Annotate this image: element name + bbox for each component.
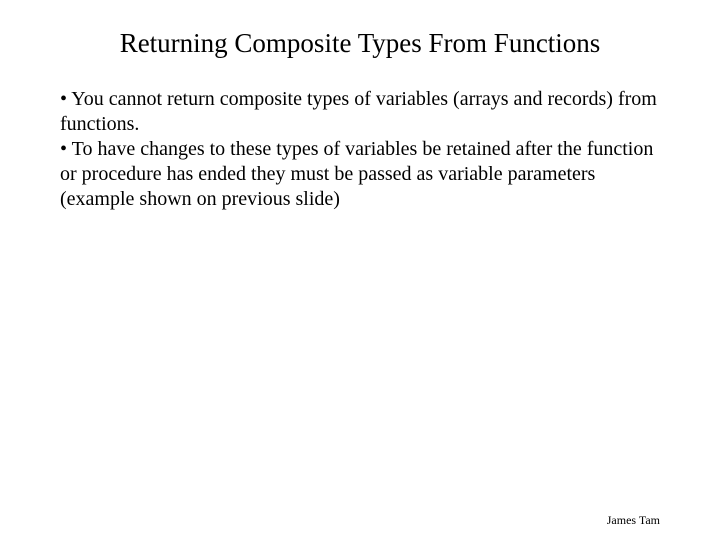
bullet-item: • To have changes to these types of vari… — [60, 137, 660, 212]
bullet-marker: • — [60, 138, 72, 160]
bullet-item: • You cannot return composite types of v… — [60, 87, 660, 137]
slide-container: Returning Composite Types From Functions… — [0, 0, 720, 540]
slide-title: Returning Composite Types From Functions — [100, 28, 620, 59]
bullet-text: To have changes to these types of variab… — [60, 138, 653, 210]
bullet-marker: • — [60, 88, 71, 110]
footer-author: James Tam — [607, 513, 660, 528]
bullet-text: You cannot return composite types of var… — [60, 88, 657, 135]
slide-content: • You cannot return composite types of v… — [60, 87, 660, 212]
